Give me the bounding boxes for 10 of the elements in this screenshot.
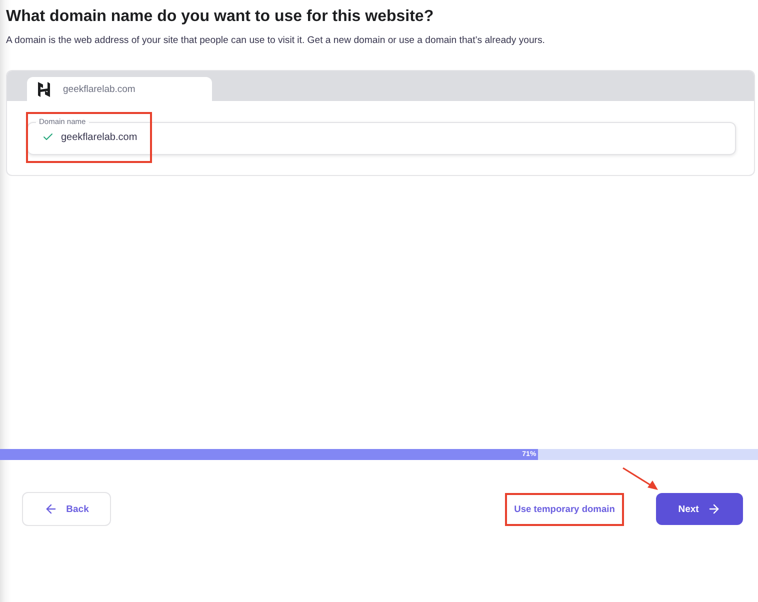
temporary-domain-link[interactable]: Use temporary domain xyxy=(514,504,615,514)
logo-icon xyxy=(37,82,51,96)
tab-label: geekflarelab.com xyxy=(63,84,136,94)
back-button[interactable]: Back xyxy=(22,492,111,526)
page-title: What domain name do you want to use for this website? xyxy=(6,7,435,27)
page-subtitle: A domain is the web address of your site that people can use to visit it. Get a new domain or use a domain that’s already yours. xyxy=(6,34,546,48)
field-value: geekflarelab.com xyxy=(61,132,138,142)
next-button[interactable]: Next xyxy=(656,493,743,525)
domain-tab[interactable]: geekflarelab.com xyxy=(27,77,212,101)
pointer-arrow xyxy=(622,467,658,490)
